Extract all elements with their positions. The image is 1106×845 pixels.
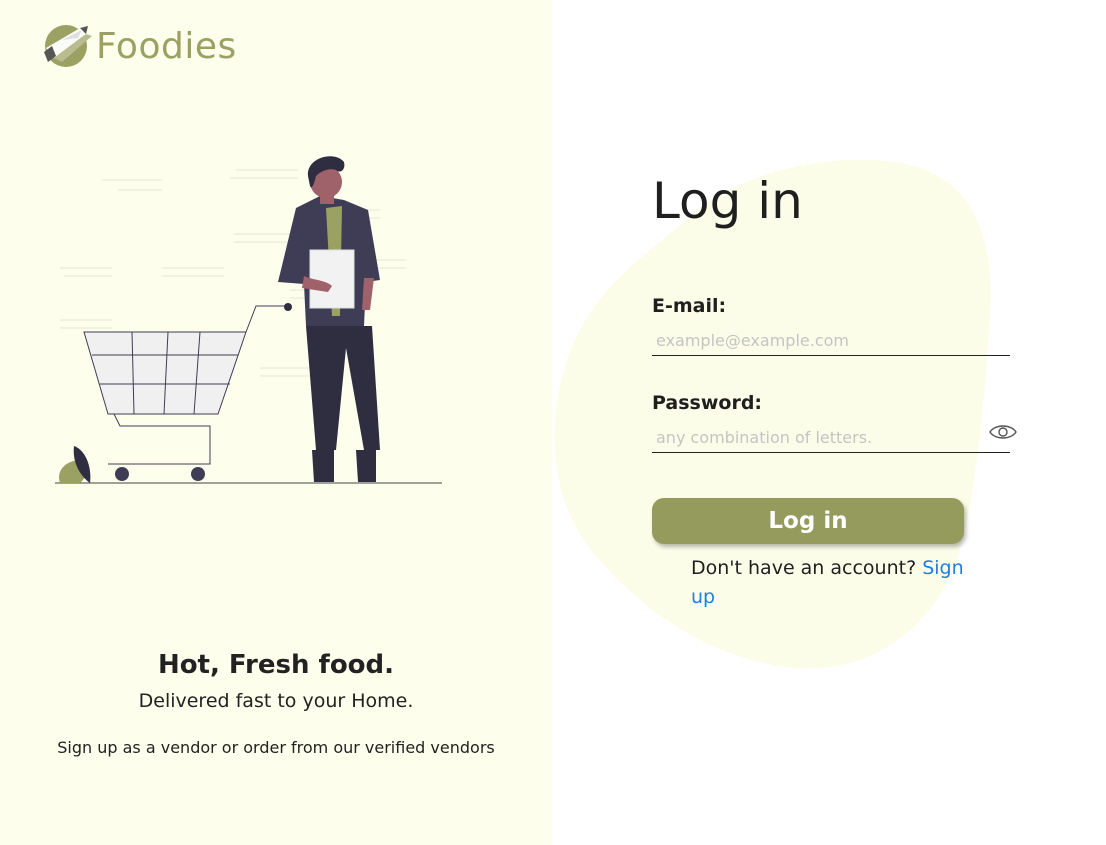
left-panel: Foodies Hot, Fresh food. Delivered fast …	[0, 0, 552, 845]
left-headline: Hot, Fresh food.	[157, 650, 395, 680]
eye-icon[interactable]	[988, 421, 1018, 443]
password-label: Password:	[652, 392, 763, 414]
login-title: Log in	[652, 172, 803, 230]
signup-prompt-text: Don't have an account?	[691, 557, 923, 579]
brand-logo[interactable]: Foodies	[42, 22, 237, 70]
shopping-illustration	[55, 156, 442, 484]
brand-name: Foodies	[96, 25, 237, 67]
signup-prompt-row: Don't have an account? Sign up	[691, 554, 981, 612]
email-label: E-mail:	[652, 295, 727, 317]
email-field[interactable]	[652, 326, 1010, 356]
login-button[interactable]: Log in	[652, 498, 964, 544]
right-panel: Log in E-mail: Password: Log in Don't ha…	[552, 0, 1106, 845]
rocket-logo-icon	[44, 25, 92, 67]
password-field[interactable]	[652, 423, 1010, 453]
left-subheadline: Delivered fast to your Home.	[138, 690, 414, 712]
left-cta-text: Sign up as a vendor or order from our ve…	[57, 738, 495, 757]
